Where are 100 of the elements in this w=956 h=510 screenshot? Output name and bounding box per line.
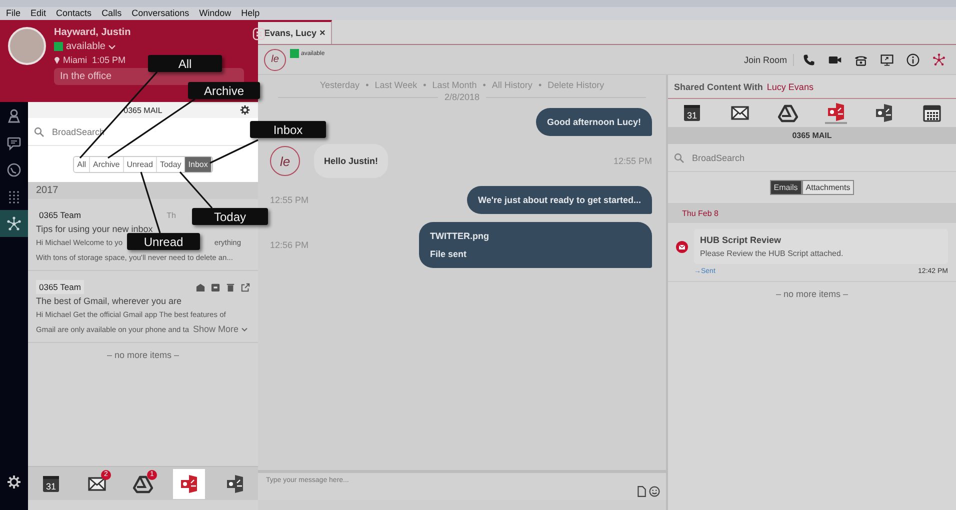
message-bubble: TWITTER.png File sent [419, 222, 652, 268]
settings-icon[interactable] [7, 475, 21, 489]
phone-icon[interactable] [802, 52, 816, 66]
group-header: 2017 [28, 182, 258, 199]
end-of-list-note: – no more items – [774, 288, 850, 301]
menu-item[interactable]: File [6, 8, 21, 18]
chevron-down-icon[interactable] [240, 327, 248, 332]
hub-icon [6, 216, 22, 232]
mail-icon [676, 241, 688, 253]
calendar-date: 31 [687, 110, 697, 120]
panel-title: 0365 MAIL [124, 106, 162, 114]
message-bubble: Good afternoon Lucy! [536, 108, 652, 136]
contact-icon [6, 108, 22, 124]
trash-icon[interactable] [226, 282, 235, 292]
message-bubble: We're just about ready to get started... [466, 186, 652, 214]
message-time: 12:55 PM [270, 195, 309, 205]
history-icon [6, 162, 22, 178]
separator-dot: • [538, 80, 542, 90]
planner-icon [922, 103, 942, 123]
location-time: Miami 1:05 PM [63, 55, 126, 65]
contact-avatar: le [264, 48, 286, 70]
message-bubble: Hello Justin! [314, 144, 388, 178]
filter-tab[interactable]: Archive [90, 156, 124, 172]
menu-item[interactable]: Help [241, 8, 260, 18]
content-tab[interactable]: Attachments [802, 180, 854, 195]
search-field[interactable]: BroadSearch [690, 152, 950, 164]
search-icon [34, 126, 44, 136]
email-subject: The best of Gmail, wherever you are [36, 296, 183, 306]
chat-icon [6, 134, 22, 150]
office-icon [826, 102, 846, 122]
status-indicator [290, 49, 299, 58]
envelope-open-icon[interactable] [196, 282, 205, 292]
menu-item[interactable]: Window [199, 8, 232, 18]
menu-item[interactable]: Contacts [56, 8, 92, 18]
filter-tab[interactable]: Inbox [185, 156, 212, 172]
status-dropdown[interactable]: available [66, 41, 106, 52]
email-date: Th [166, 210, 176, 220]
menu-item[interactable]: Calls [102, 8, 122, 18]
info-icon[interactable] [906, 52, 920, 66]
email-sender: 0365 Team [36, 280, 84, 294]
separator-dot: • [482, 80, 486, 90]
callout-label: Unread [127, 233, 200, 250]
show-more-link[interactable]: Show More [193, 323, 239, 336]
email-card[interactable]: HUB Script Review Please Review the HUB Script attached. [694, 229, 948, 264]
menu-item[interactable]: Edit [30, 8, 46, 18]
conversation-tab[interactable]: Evans, Lucy × [258, 20, 332, 44]
emoji-icon[interactable] [649, 486, 660, 497]
section-title: 0365 MAIL [792, 131, 832, 140]
app-tab[interactable]: 31 [681, 102, 703, 124]
external-link-icon[interactable] [241, 282, 250, 292]
dock-app[interactable]: 31 [35, 468, 67, 498]
callout-label: Inbox [250, 121, 326, 138]
dialpad-icon [6, 188, 22, 204]
settings-icon[interactable] [240, 105, 250, 115]
callout-label: Today [192, 208, 268, 225]
building-icon[interactable] [252, 27, 266, 41]
email-subject: HUB Script Review [700, 235, 782, 245]
join-room-button[interactable]: Join Room [738, 54, 794, 66]
contact-avatar: le [270, 146, 300, 176]
message-time: 12:55 PM [613, 156, 652, 166]
outlook-icon [225, 474, 245, 494]
callout-label: Archive [188, 82, 260, 99]
date-divider: 2/8/2018 [444, 92, 480, 102]
drive-icon [778, 103, 798, 123]
separator-dot: • [366, 80, 369, 90]
separator-dot: • [423, 80, 426, 90]
archive-icon[interactable] [211, 282, 220, 292]
message-time: 12:56 PM [270, 240, 309, 250]
email-subject: Tips for using your new inbox [36, 224, 154, 234]
screen-share-icon[interactable] [880, 52, 894, 66]
leader-line [179, 171, 213, 209]
hub-icon[interactable] [932, 52, 946, 66]
dock-app[interactable] [173, 468, 205, 498]
outlook-icon [874, 103, 894, 123]
email-sender: 0365 Team [38, 209, 82, 222]
search-field[interactable]: BroadSearch [50, 126, 242, 138]
file-icon[interactable] [636, 486, 647, 497]
contact-name: Lucy Evans [766, 82, 814, 92]
calendar-date: 31 [46, 481, 56, 491]
app-tab[interactable] [873, 102, 895, 124]
user-name: Hayward, Justin [54, 27, 132, 38]
rail-item[interactable] [0, 210, 28, 237]
status-indicator [54, 42, 63, 51]
app-tab[interactable] [921, 102, 943, 124]
callout-label: All [148, 55, 222, 72]
filter-tab[interactable]: All [74, 156, 90, 172]
app-tab[interactable] [777, 102, 799, 124]
end-of-list-note: – no more items – [106, 349, 180, 362]
menu-item[interactable]: Conversations [132, 8, 190, 18]
app-tab[interactable] [825, 102, 847, 124]
content-tab[interactable]: Emails [770, 180, 802, 195]
search-icon [674, 152, 684, 162]
email-preview: Please Review the HUB Script attached. [700, 249, 844, 258]
location-pin-icon [54, 56, 60, 64]
mail-icon [730, 103, 750, 123]
avatar-photo-placeholder [8, 27, 46, 65]
leader-line [210, 139, 258, 164]
panel-title: Shared Content With [674, 82, 763, 92]
group-header: Thu Feb 8 [682, 209, 718, 218]
office-icon [179, 474, 199, 494]
